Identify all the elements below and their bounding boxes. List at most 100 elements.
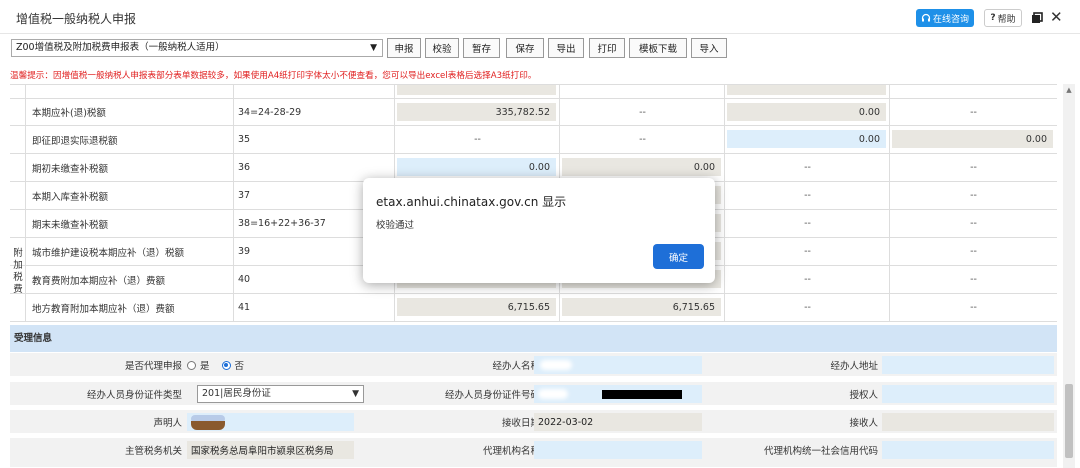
- value-text: --: [970, 302, 977, 313]
- print-button[interactable]: 打印: [589, 38, 625, 58]
- info-row: 经办人员身份证件类型 201|居民身份证 ▼ 经办人员身份证件号码 授权人: [10, 382, 1057, 406]
- save-button[interactable]: 保存: [506, 38, 544, 58]
- id-number-field[interactable]: [534, 385, 702, 403]
- help-button[interactable]: ? 帮助: [984, 9, 1022, 27]
- value-text: --: [970, 162, 977, 173]
- template-download-button[interactable]: 模板下载: [629, 38, 687, 58]
- scroll-up-icon[interactable]: ▲: [1063, 84, 1075, 96]
- value-text: --: [970, 246, 977, 257]
- value-text: --: [970, 190, 977, 201]
- redaction: [191, 421, 225, 430]
- row-label: 本期入库查补税额: [26, 182, 234, 209]
- surcharge-group-cell: 附 加 税 费: [10, 238, 26, 322]
- online-consult-label: 在线咨询: [932, 14, 969, 25]
- chevron-down-icon: ▼: [370, 43, 377, 53]
- radio-no-label: 否: [234, 361, 245, 372]
- window-title: 增值税一般纳税人申报: [16, 12, 137, 26]
- id-number-label: 经办人员身份证件号码: [444, 390, 540, 401]
- value-field[interactable]: 0.00: [727, 103, 886, 121]
- row-label: 地方教育附加本期应补（退）费额: [26, 294, 234, 321]
- surcharge-group-label: 附 加 税 费: [13, 248, 23, 295]
- table-row: 即征即退实际退税额 35 -- -- 0.00 0.00: [10, 126, 1057, 154]
- value-field[interactable]: 335,782.52: [397, 103, 556, 121]
- value-text: --: [474, 134, 481, 145]
- row-label: 教育费附加本期应补（退）费额: [26, 266, 234, 293]
- info-row: 声明人 接收日期 2022-03-02 接收人: [10, 410, 1057, 434]
- value-text: --: [970, 274, 977, 285]
- row-label: 即征即退实际退税额: [26, 126, 234, 153]
- value-text: --: [804, 218, 811, 229]
- receive-date-field[interactable]: 2022-03-02: [534, 413, 702, 431]
- value-field[interactable]: 6,715.65: [397, 298, 556, 316]
- declare-button[interactable]: 申报: [387, 38, 421, 58]
- table-row: 本期应补(退)税额 34=24-28-29 335,782.52 -- 0.00…: [10, 99, 1057, 126]
- info-row: 主管税务机关 国家税务总局阜阳市颍泉区税务局 代理机构名称 代理机构统一社会信用…: [10, 438, 1057, 468]
- acceptance-info-header: 受理信息: [10, 325, 1057, 352]
- authorizer-field[interactable]: [882, 385, 1054, 403]
- verify-button[interactable]: 校验: [425, 38, 459, 58]
- tax-office-label: 主管税务机关: [124, 446, 182, 457]
- tax-office-field[interactable]: 国家税务总局阜阳市颍泉区税务局: [187, 441, 354, 459]
- scrollbar-thumb[interactable]: [1065, 384, 1073, 458]
- value-text: --: [970, 218, 977, 229]
- title-bar: 增值税一般纳税人申报 在线咨询 ? 帮助 ✕: [0, 0, 1080, 34]
- ok-button[interactable]: 确定: [653, 244, 704, 269]
- info-row: 是否代理申报 是 否 经办人名称 经办人地址: [10, 353, 1057, 377]
- value-field[interactable]: 0.00: [562, 158, 721, 176]
- value-text: --: [639, 106, 646, 118]
- close-icon[interactable]: ✕: [1050, 9, 1063, 25]
- radio-yes[interactable]: [187, 360, 196, 370]
- redaction: [540, 360, 572, 370]
- table-row: 地方教育附加本期应补（退）费额 41 6,715.65 6,715.65 -- …: [10, 294, 1057, 322]
- agent-declare-radios: 是 否: [187, 353, 244, 377]
- table-row: [10, 85, 1057, 99]
- form-type-select[interactable]: Z00增值税及附加税费申报表（一般纳税人适用） ▼: [11, 39, 383, 57]
- value-text: --: [804, 190, 811, 201]
- value-field[interactable]: 0.00: [892, 130, 1053, 148]
- import-button[interactable]: 导入: [691, 38, 727, 58]
- row-label: 期末未缴查补税额: [26, 210, 234, 237]
- row-code: 35: [234, 126, 395, 153]
- value-text: --: [804, 246, 811, 257]
- row-code: 36: [234, 154, 395, 181]
- radio-no[interactable]: [221, 360, 231, 370]
- agent-name-field[interactable]: [534, 356, 702, 374]
- row-label: 期初未缴查补税额: [26, 154, 234, 181]
- alert-dialog: etax.anhui.chinatax.gov.cn 显示 校验通过 确定: [363, 178, 715, 283]
- receiver-field[interactable]: [882, 413, 1054, 431]
- agency-credit-code-label: 代理机构统一社会信用代码: [763, 446, 878, 457]
- form-type-value: Z00增值税及附加税费申报表（一般纳税人适用）: [16, 42, 225, 53]
- id-type-select[interactable]: 201|居民身份证 ▼: [197, 385, 364, 403]
- declarant-label: 声明人: [153, 418, 182, 429]
- receiver-label: 接收人: [849, 418, 878, 429]
- redaction: [538, 389, 568, 399]
- redaction: [602, 390, 682, 399]
- agency-credit-code-field[interactable]: [882, 441, 1054, 459]
- receive-date-label: 接收日期: [501, 418, 540, 429]
- restore-window-icon[interactable]: [1031, 12, 1043, 24]
- help-label: 帮助: [997, 14, 1016, 25]
- value-text: --: [804, 162, 811, 173]
- declarant-field[interactable]: [187, 413, 354, 431]
- value-field[interactable]: 6,715.65: [562, 298, 721, 316]
- value-text: --: [804, 302, 811, 313]
- temp-save-button[interactable]: 暂存: [463, 38, 500, 58]
- dialog-message: 校验通过: [376, 220, 415, 231]
- value-text: --: [970, 106, 977, 118]
- value-text: --: [804, 274, 811, 285]
- id-type-label: 经办人员身份证件类型: [86, 390, 182, 401]
- export-button[interactable]: 导出: [548, 38, 584, 58]
- authorizer-label: 授权人: [849, 390, 878, 401]
- id-type-value: 201|居民身份证: [202, 388, 271, 399]
- agent-address-field[interactable]: [882, 356, 1054, 374]
- chevron-down-icon: ▼: [352, 389, 359, 399]
- value-field[interactable]: 0.00: [397, 158, 556, 176]
- vertical-scrollbar[interactable]: ▲: [1063, 84, 1075, 468]
- value-field[interactable]: 0.00: [727, 130, 886, 148]
- dialog-title: etax.anhui.chinatax.gov.cn 显示: [376, 195, 567, 209]
- online-consult-button[interactable]: 在线咨询: [916, 9, 974, 27]
- value-text: --: [639, 134, 646, 145]
- agency-name-label: 代理机构名称: [482, 446, 540, 457]
- headset-icon: [921, 13, 931, 22]
- agency-name-field[interactable]: [534, 441, 702, 459]
